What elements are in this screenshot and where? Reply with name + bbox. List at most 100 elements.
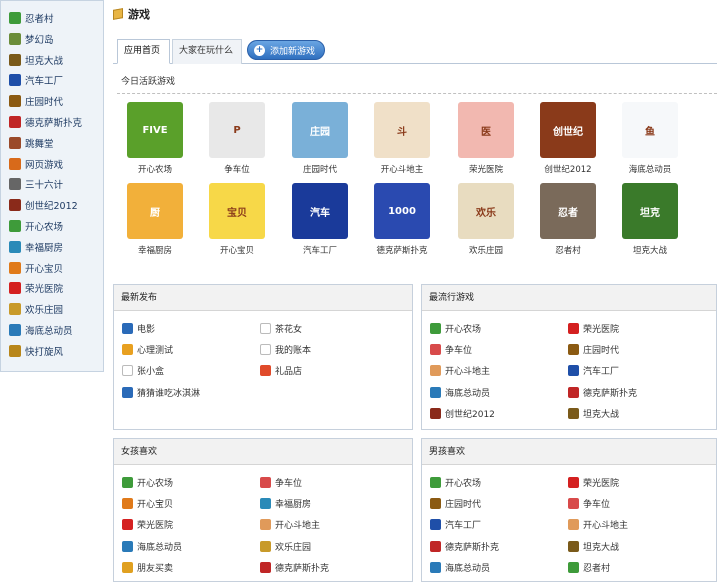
sidebar-item[interactable]: 汽车工厂 bbox=[9, 71, 63, 89]
game-tile[interactable]: FIVE 开心农场 bbox=[118, 102, 192, 175]
sidebar-item[interactable]: 网页游戏 bbox=[9, 155, 63, 173]
panel-item[interactable]: 开心农场 bbox=[430, 476, 481, 489]
farm-icon bbox=[122, 477, 133, 488]
panel-item[interactable]: 张小盒 bbox=[122, 364, 164, 377]
panel-item[interactable]: 开心农场 bbox=[430, 322, 481, 335]
panel-item[interactable]: 创世纪2012 bbox=[430, 407, 495, 420]
sidebar-item[interactable]: 忍者村 bbox=[9, 9, 54, 27]
sea-icon bbox=[430, 561, 441, 573]
genesis-icon bbox=[430, 407, 441, 419]
panel-item[interactable]: 开心宝贝 bbox=[122, 497, 173, 510]
game-tile[interactable]: 鱼海底总动员 bbox=[613, 102, 687, 175]
panel-boys: 男孩喜欢 开心农场 荣光医院 庄园时代 争车位 汽车工厂 开心斗地主 德克萨斯扑克 坦克大战海… bbox=[421, 438, 717, 582]
panel-item[interactable]: 坦克大战 bbox=[568, 540, 619, 553]
panel-item[interactable]: 争车位 bbox=[430, 343, 472, 356]
sidebar-item[interactable]: 荣光医院 bbox=[9, 279, 63, 297]
panel-item[interactable]: 荣光医院 bbox=[568, 322, 619, 335]
baby-icon bbox=[9, 261, 21, 274]
panel-item[interactable]: 开心斗地主 bbox=[260, 518, 320, 531]
add-game-button[interactable]: + 添加新游戏 bbox=[247, 40, 325, 60]
game-tile[interactable]: 创世纪 创世纪2012 bbox=[531, 102, 605, 175]
parking-icon bbox=[568, 498, 579, 510]
placeholder-icon bbox=[122, 365, 133, 377]
panel-item-label: 茶花女 bbox=[275, 325, 303, 335]
panel-item-label: 坦克大战 bbox=[583, 542, 620, 553]
game-tile[interactable]: 庄园 庄园时代 bbox=[283, 102, 357, 175]
plus-icon: + bbox=[254, 44, 265, 56]
panel-item[interactable]: 荣光医院 bbox=[122, 518, 173, 531]
panel-item[interactable]: 开心斗地主 bbox=[430, 364, 490, 377]
panel-item[interactable]: 德克萨斯扑克 bbox=[568, 386, 637, 399]
panel-latest-title: 最新发布 bbox=[114, 285, 412, 311]
sidebar-item[interactable]: 三十六计 bbox=[9, 175, 63, 193]
panel-item-label: 创世纪2012 bbox=[445, 409, 495, 420]
sidebar-item[interactable]: 海底总动员 bbox=[9, 321, 73, 339]
movie-icon bbox=[122, 323, 133, 334]
panel-popular: 最流行游戏 开心农场 荣光医院 争车位 庄园时代 开心斗地主 汽车工厂 海底总动员 德克萨斯扑… bbox=[421, 284, 717, 430]
panel-item[interactable]: 庄园时代 bbox=[568, 343, 619, 356]
farm-game-icon: FIVE bbox=[127, 102, 183, 158]
panel-item[interactable]: 汽车工厂 bbox=[430, 518, 481, 531]
sidebar-item[interactable]: 梦幻岛 bbox=[9, 30, 54, 48]
panel-item[interactable]: 忍者村 bbox=[568, 561, 610, 574]
game-label: 坦克大战 bbox=[632, 246, 667, 256]
poker-icon bbox=[430, 540, 441, 552]
sidebar-item[interactable]: 创世纪2012 bbox=[9, 196, 78, 214]
sidebar-item-label: 梦幻岛 bbox=[25, 34, 54, 46]
game-tile[interactable]: 汽车 汽车工厂 bbox=[283, 183, 357, 256]
game-tile[interactable]: 斗开心斗地主 bbox=[365, 102, 439, 175]
panel-item[interactable]: 汽车工厂 bbox=[568, 364, 619, 377]
panel-item[interactable]: 心理测试 bbox=[122, 343, 173, 356]
panel-item[interactable]: 海底总动员 bbox=[430, 386, 490, 399]
poker-icon bbox=[568, 386, 579, 398]
panel-item-label: 庄园时代 bbox=[583, 346, 620, 357]
sidebar-item[interactable]: 跳舞堂 bbox=[9, 134, 54, 152]
panel-item[interactable]: 开心斗地主 bbox=[568, 518, 628, 531]
panel-item[interactable]: 我的账本 bbox=[260, 343, 311, 356]
sea-icon bbox=[9, 324, 21, 336]
game-tile[interactable]: 厨幸福厨房 bbox=[118, 183, 192, 256]
game-tile[interactable]: P 争车位 bbox=[200, 102, 274, 175]
sidebar-item[interactable]: 开心宝贝 bbox=[9, 259, 63, 277]
panel-item[interactable]: 荣光医院 bbox=[568, 476, 619, 489]
tab-app-home[interactable]: 应用首页 bbox=[117, 39, 170, 64]
landlord-icon bbox=[260, 519, 271, 531]
game-tile[interactable]: 1000 德克萨斯扑克 bbox=[365, 183, 439, 256]
sidebar-item[interactable]: 欢乐庄园 bbox=[9, 300, 63, 318]
game-tile[interactable]: 忍者 忍者村 bbox=[531, 183, 605, 256]
panel-item[interactable]: 海底总动员 bbox=[122, 540, 182, 553]
game-tile[interactable]: 宝贝 开心宝贝 bbox=[200, 183, 274, 256]
panel-item[interactable]: 开心农场 bbox=[122, 476, 173, 489]
sidebar-item[interactable]: 幸福厨房 bbox=[9, 238, 63, 256]
panel-item[interactable]: 礼品店 bbox=[260, 364, 302, 377]
panel-item-label: 张小盒 bbox=[137, 367, 165, 378]
web-game-icon bbox=[9, 157, 21, 170]
panel-item[interactable]: 德克萨斯扑克 bbox=[260, 561, 329, 574]
game-tile[interactable]: 医荣光医院 bbox=[449, 102, 523, 175]
sidebar-item[interactable]: 庄园时代 bbox=[9, 92, 63, 110]
sidebar-item[interactable]: 德克萨斯扑克 bbox=[9, 113, 82, 131]
panel-item[interactable]: 幸福厨房 bbox=[260, 497, 311, 510]
panel-item[interactable]: 猜猜谁吃冰淇淋 bbox=[122, 386, 200, 399]
game-tile[interactable]: 坦克 坦克大战 bbox=[613, 183, 687, 256]
panel-item[interactable]: 争车位 bbox=[568, 497, 610, 510]
tab-what-others-play[interactable]: 大家在玩什么 bbox=[172, 39, 242, 64]
sidebar-item-label: 海底总动员 bbox=[25, 326, 73, 337]
panel-item[interactable]: 海底总动员 bbox=[430, 561, 490, 574]
panel-item[interactable]: 朋友买卖 bbox=[122, 561, 173, 574]
farm-icon bbox=[9, 220, 21, 232]
sidebar-item-label: 庄园时代 bbox=[25, 97, 64, 109]
panel-item[interactable]: 争车位 bbox=[260, 476, 302, 489]
panel-item[interactable]: 电影 bbox=[122, 322, 155, 335]
sidebar-item[interactable]: 开心农场 bbox=[9, 217, 63, 235]
panel-item-label: 汽车工厂 bbox=[583, 367, 620, 378]
tab-bar: 应用首页 大家在玩什么 bbox=[113, 39, 717, 64]
sidebar-item[interactable]: 快打旋风 bbox=[9, 342, 63, 360]
panel-item[interactable]: 欢乐庄园 bbox=[260, 540, 311, 553]
panel-item[interactable]: 庄园时代 bbox=[430, 497, 481, 510]
sidebar-item[interactable]: 坦克大战 bbox=[9, 51, 63, 69]
panel-item[interactable]: 坦克大战 bbox=[568, 407, 619, 420]
panel-item[interactable]: 德克萨斯扑克 bbox=[430, 540, 499, 553]
game-tile[interactable]: 欢乐 欢乐庄园 bbox=[449, 183, 523, 256]
panel-item[interactable]: 茶花女 bbox=[260, 322, 302, 335]
